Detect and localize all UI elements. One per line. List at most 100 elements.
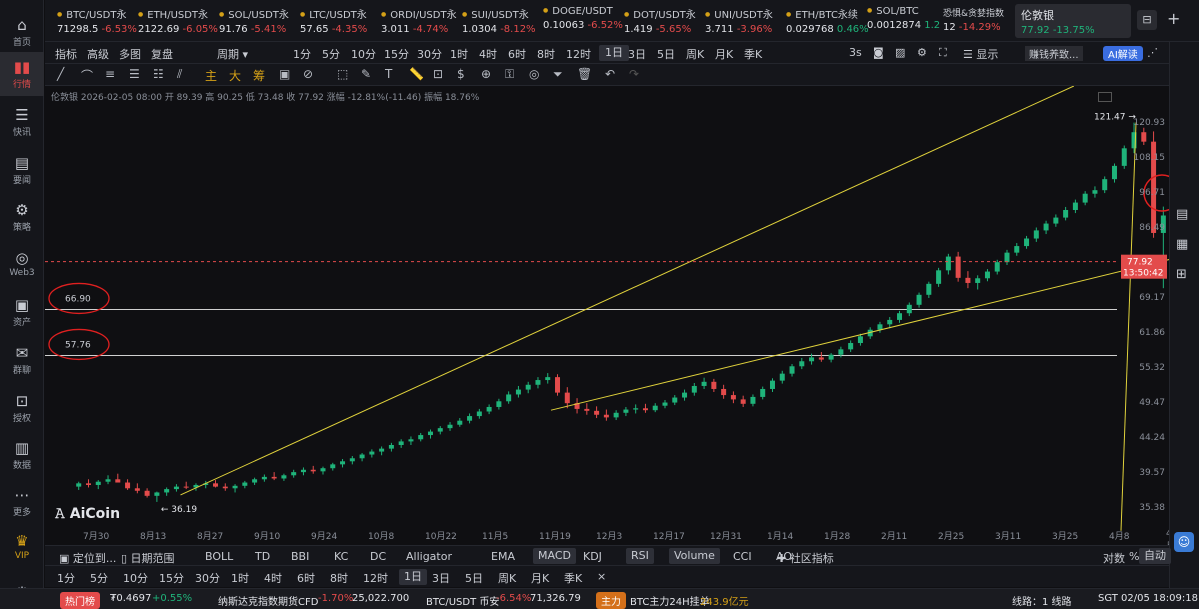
trade-icon[interactable]: ⊞ bbox=[1176, 267, 1187, 282]
ticker-item[interactable]: SOL/BTC 0.0012874 1.2 bbox=[867, 6, 945, 38]
community-indicators[interactable]: ✚ 社区指标 bbox=[777, 550, 834, 566]
chart-canvas[interactable]: 66.90 57.76 77.9213:50:42 121.47 → ← 36.19 bbox=[45, 85, 1186, 544]
fib-tool-icon[interactable]: ☷ bbox=[153, 67, 164, 81]
sidebar-item-web3[interactable]: ◎ Web3 bbox=[0, 242, 44, 286]
bottom-period-1日[interactable]: 1日 bbox=[399, 569, 427, 585]
indicator-bbi[interactable]: BBI bbox=[291, 550, 309, 563]
indicator-ema[interactable]: EMA bbox=[491, 550, 515, 563]
status-item3-name[interactable]: BTC/USDT 币安 bbox=[426, 593, 499, 608]
indicator-kdj[interactable]: KDJ bbox=[583, 550, 602, 563]
period-15分[interactable]: 15分 bbox=[384, 46, 409, 62]
indicator-td[interactable]: TD bbox=[255, 550, 270, 563]
trend-line[interactable] bbox=[180, 85, 1075, 496]
ticker-item[interactable]: LTC/USDT永 57.65 -4.35% bbox=[300, 6, 378, 38]
hline-tool-icon[interactable]: ≡ bbox=[105, 67, 115, 81]
magnet-icon[interactable]: ⊕ bbox=[481, 67, 491, 81]
sidebar-item-strategy[interactable]: ⚙ 策略 bbox=[0, 195, 44, 239]
bottom-period-5日[interactable]: 5日 bbox=[465, 570, 483, 586]
sidebar-item-vip[interactable]: ♛ VIP bbox=[0, 525, 44, 569]
redo-icon[interactable]: ↷ bbox=[629, 67, 639, 81]
current-symbol-card[interactable]: 伦敦银 77.92 -13.75% bbox=[1015, 4, 1131, 38]
add-icon[interactable]: + bbox=[1167, 9, 1180, 28]
ray-tool-icon[interactable]: ⌒ bbox=[81, 67, 93, 84]
indicator-macd[interactable]: MACD bbox=[533, 548, 576, 564]
collapse-icon[interactable]: ⊟ bbox=[1137, 10, 1157, 30]
pattern-tool-icon[interactable]: ⊘ bbox=[303, 67, 313, 81]
ticker-item[interactable]: SUI/USDT永 1.0304 -8.12% bbox=[462, 6, 540, 38]
period-4时[interactable]: 4时 bbox=[479, 46, 497, 62]
period-5日[interactable]: 5日 bbox=[657, 46, 675, 62]
countdown-setting[interactable]: 3s bbox=[849, 46, 862, 59]
indicator-volume[interactable]: Volume bbox=[669, 548, 720, 564]
status-item2-name[interactable]: 纳斯达克指数期货CFD bbox=[218, 593, 318, 608]
indicator-alligator[interactable]: Alligator bbox=[406, 550, 452, 563]
bottom-period-12时[interactable]: 12时 bbox=[363, 570, 388, 586]
trash-icon[interactable]: 🗑 bbox=[577, 67, 592, 81]
bottom-period-1时[interactable]: 1时 bbox=[231, 570, 249, 586]
text-tool-icon[interactable]: T bbox=[385, 67, 392, 81]
screenshot-icon[interactable] bbox=[1098, 92, 1112, 102]
strategy-dropdown[interactable]: 赚钱养致... bbox=[1025, 46, 1083, 61]
ticker-item[interactable]: ORDI/USDT永 3.011 -4.74% bbox=[381, 6, 459, 38]
sidebar-item-data[interactable]: ▥ 数据 bbox=[0, 433, 44, 477]
close-icon[interactable]: × bbox=[597, 570, 606, 583]
period-10分[interactable]: 10分 bbox=[351, 46, 376, 62]
ticker-item[interactable]: DOGE/USDT 0.10063 -6.52% bbox=[543, 6, 623, 38]
sidebar-item-wallet[interactable]: ▣ 资产 bbox=[0, 290, 44, 334]
sidebar-item-headline[interactable]: ▤ 要闻 bbox=[0, 148, 44, 192]
layout-icon[interactable]: ▤ bbox=[1176, 207, 1188, 222]
period-12时[interactable]: 12时 bbox=[566, 46, 591, 62]
cursor-tool-icon[interactable]: ⬚ bbox=[337, 67, 348, 81]
ticker-item[interactable]: ETH/BTC永续 0.029768 0.46% bbox=[786, 6, 869, 38]
bottom-period-季K[interactable]: 季K bbox=[564, 570, 582, 586]
period-3日[interactable]: 3日 bbox=[628, 46, 646, 62]
ai-interpret-button[interactable]: AI解读 bbox=[1103, 46, 1143, 61]
date-range-button[interactable]: ▯ 日期范围 bbox=[121, 550, 175, 566]
indicator-dc[interactable]: DC bbox=[370, 550, 386, 563]
camera-icon[interactable]: ◙ bbox=[873, 46, 884, 59]
indicator-cci[interactable]: CCI bbox=[733, 550, 752, 563]
fear-greed-index[interactable]: 恐惧&贪婪指数 12 -14.29% bbox=[943, 6, 1023, 38]
fullscreen-icon[interactable]: ⛶ bbox=[939, 46, 947, 60]
period-30分[interactable]: 30分 bbox=[417, 46, 442, 62]
bottom-period-8时[interactable]: 8时 bbox=[330, 570, 348, 586]
toolbar-复盘[interactable]: 复盘 bbox=[151, 46, 173, 62]
percent-toggle[interactable]: % bbox=[1129, 550, 1139, 563]
bottom-period-3日[interactable]: 3日 bbox=[432, 570, 450, 586]
fib-chip-button[interactable]: 筹 bbox=[253, 67, 265, 84]
bottom-period-1分[interactable]: 1分 bbox=[57, 570, 75, 586]
toolbar-指标[interactable]: 指标 bbox=[55, 46, 77, 62]
period-月K[interactable]: 月K bbox=[715, 46, 733, 62]
locate-button[interactable]: ▣ 定位到... bbox=[59, 550, 116, 566]
trend-line[interactable] bbox=[1120, 122, 1137, 531]
settings-icon[interactable]: ⚙ bbox=[917, 46, 927, 59]
bottom-period-6时[interactable]: 6时 bbox=[297, 570, 315, 586]
order-book-icon[interactable]: ▦ bbox=[1176, 237, 1188, 252]
ticker-item[interactable]: DOT/USDT永 1.419 -5.65% bbox=[624, 6, 702, 38]
filter-icon[interactable]: ⏷ bbox=[553, 67, 563, 82]
line-tool-icon[interactable]: ╱ bbox=[57, 67, 64, 81]
sidebar-item-auth[interactable]: ⊡ 授权 bbox=[0, 386, 44, 430]
sidebar-item-home[interactable]: ⌂ 首页 bbox=[0, 10, 44, 54]
bottom-period-周K[interactable]: 周K bbox=[498, 570, 516, 586]
measure-tool-icon[interactable]: ⊡ bbox=[433, 67, 443, 81]
ruler-tool-icon[interactable]: 📏 bbox=[409, 67, 424, 81]
bottom-period-10分[interactable]: 10分 bbox=[123, 570, 148, 586]
period-1日[interactable]: 1日 bbox=[599, 45, 629, 61]
pencil-tool-icon[interactable]: ✎ bbox=[361, 67, 371, 81]
parallel-tool-icon[interactable]: ⫽ bbox=[177, 67, 182, 82]
fib-main-button[interactable]: 主 bbox=[205, 67, 217, 84]
price-range-icon[interactable]: $ bbox=[457, 67, 465, 81]
period-8时[interactable]: 8时 bbox=[537, 46, 555, 62]
ticker-item[interactable]: ETH/USDT永 2122.69 -6.05% bbox=[138, 6, 218, 38]
price-chart[interactable]: 66.90 57.76 77.92 13:50:42 121.47 → ← 36.19 伦… bbox=[45, 85, 1186, 562]
period-5分[interactable]: 5分 bbox=[322, 46, 340, 62]
toolbar-高级[interactable]: 高级 bbox=[87, 46, 109, 62]
undo-icon[interactable]: ↶ bbox=[605, 67, 615, 81]
display-toggle[interactable]: ☰ 显示 bbox=[963, 46, 998, 62]
period-6时[interactable]: 6时 bbox=[508, 46, 526, 62]
sidebar-item-market[interactable]: ▮▮ 行情 bbox=[0, 52, 44, 96]
line-indicator[interactable]: 线路：1 线路 bbox=[1012, 593, 1072, 608]
ticker-item[interactable]: BTC/USDT永 71298.5 -6.53% bbox=[57, 6, 137, 38]
indicator-kc[interactable]: KC bbox=[334, 550, 348, 563]
